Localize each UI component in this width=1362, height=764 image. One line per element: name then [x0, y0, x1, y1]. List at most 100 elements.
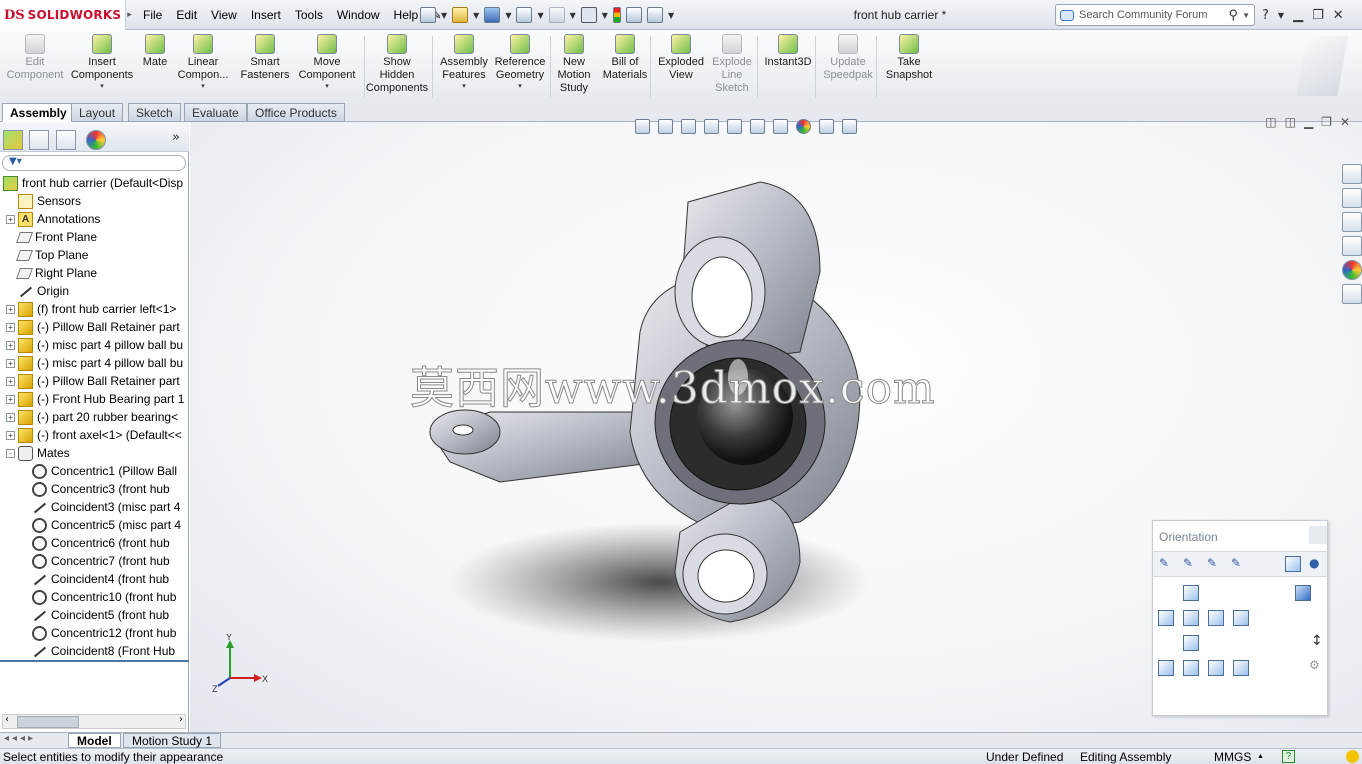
save-icon[interactable] [484, 7, 501, 23]
reset-standard-views-icon[interactable]: ✎ [1207, 556, 1217, 570]
tree-item[interactable]: + (-) front axel<1> (Default<< [0, 426, 188, 444]
tree-item[interactable]: + (-) Front Hub Bearing part 1 [0, 390, 188, 408]
chevron-down-icon[interactable]: ▼ [537, 11, 543, 20]
tree-item[interactable]: Coincident5 (front hub [0, 606, 188, 624]
new-document-icon[interactable] [420, 7, 436, 23]
panel-divider[interactable] [0, 660, 189, 662]
help-icon[interactable]: ? [1262, 8, 1269, 23]
resources-home-icon[interactable] [1342, 164, 1362, 184]
delete-view-icon[interactable]: ✎ [1231, 556, 1241, 570]
chevron-down-icon[interactable]: ▼ [505, 11, 511, 20]
reference-geometry-button[interactable]: Reference Geometry ▾ [492, 34, 548, 91]
zoom-to-fit-icon[interactable] [635, 118, 650, 134]
view-palette-icon[interactable] [1342, 236, 1362, 256]
tab-office-products[interactable]: Office Products [247, 103, 345, 122]
help-status-icon[interactable]: ? [1282, 750, 1295, 763]
viewport-restore-button[interactable]: ❐ [1321, 115, 1332, 129]
link-views-icon[interactable]: ⚙ [1309, 658, 1320, 672]
explode-line-button[interactable]: Explode Line Sketch [708, 34, 756, 95]
expand-toggle-icon[interactable]: + [6, 376, 15, 386]
tree-item[interactable]: + (-) Pillow Ball Retainer part [0, 318, 188, 336]
tab-evaluate[interactable]: Evaluate [184, 103, 247, 122]
tree-item[interactable]: Concentric6 (front hub [0, 534, 188, 552]
linear-pattern-button[interactable]: Linear Compon... ▾ [176, 34, 230, 91]
pin-dialog-icon[interactable]: ● [1309, 556, 1319, 570]
tree-item[interactable]: Concentric10 (front hub [0, 588, 188, 606]
tree-item[interactable]: Coincident8 (Front Hub [0, 642, 188, 660]
mate-button[interactable]: Mate [140, 34, 170, 69]
move-component-button[interactable]: Move Component ▾ [297, 34, 357, 91]
units-selector[interactable]: MMGS [1214, 750, 1251, 764]
view-settings-icon[interactable] [842, 118, 857, 134]
back-view-icon[interactable] [1183, 585, 1199, 601]
tile-left-icon[interactable]: ◫ [1265, 115, 1276, 129]
tree-item[interactable]: Origin [0, 282, 188, 300]
tree-item[interactable]: + (-) Pillow Ball Retainer part [0, 372, 188, 390]
bottom-view-icon[interactable] [1183, 635, 1199, 651]
tree-item[interactable]: + (-) part 20 rubber bearing< [0, 408, 188, 426]
tree-item[interactable]: Sensors [0, 192, 188, 210]
units-arrow-icon[interactable]: ▲ [1257, 753, 1264, 760]
viewport-close-button[interactable]: ✕ [1340, 115, 1350, 129]
view-selector-icon[interactable] [1285, 556, 1301, 572]
tree-item[interactable]: + (-) misc part 4 pillow ball bu [0, 354, 188, 372]
undo-icon[interactable] [548, 7, 565, 23]
open-folder-icon[interactable] [452, 7, 469, 23]
search-community-forum[interactable]: Search Community Forum ⚲ ▼ [1055, 4, 1255, 26]
property-manager-icon[interactable] [29, 130, 49, 150]
tree-item[interactable]: Concentric5 (misc part 4 [0, 516, 188, 534]
tree-item[interactable]: Right Plane [0, 264, 188, 282]
design-library-icon[interactable] [1342, 188, 1362, 208]
filter-icon[interactable]: ▼▾ [9, 156, 22, 167]
menu-view[interactable]: View [204, 8, 244, 22]
speedpak-button[interactable]: Update Speedpak [820, 34, 876, 82]
edit-component-button[interactable]: Edit Component [4, 34, 66, 82]
update-standard-views-icon[interactable]: ✎ [1183, 556, 1193, 570]
feature-tree-icon[interactable] [3, 130, 23, 150]
tree-item[interactable]: + (f) front hub carrier left<1> [0, 300, 188, 318]
tree-filter-input[interactable]: ▼▾ [2, 155, 186, 171]
menu-tools[interactable]: Tools [288, 8, 330, 22]
tree-item[interactable]: Concentric12 (front hub [0, 624, 188, 642]
custom-properties-icon[interactable] [1342, 284, 1362, 304]
left-view-icon[interactable] [1158, 610, 1174, 626]
smart-fasteners-button[interactable]: Smart Fasteners [238, 34, 292, 82]
chevron-down-icon[interactable]: ▾ [436, 82, 492, 91]
chevron-down-icon[interactable]: ▾ [70, 82, 134, 91]
isometric-view-icon[interactable] [1233, 610, 1249, 626]
tree-item[interactable]: Concentric7 (front hub [0, 552, 188, 570]
chevron-down-icon[interactable]: ▼ [602, 11, 608, 20]
front-view-icon[interactable] [1183, 610, 1199, 626]
expand-toggle-icon[interactable]: + [6, 430, 15, 440]
tree-item[interactable]: Top Plane [0, 246, 188, 264]
exploded-view-button[interactable]: Exploded View [655, 34, 707, 82]
assembly-features-button[interactable]: Assembly Features ▾ [436, 34, 492, 91]
appearances-icon[interactable] [1342, 260, 1362, 280]
file-explorer-icon[interactable] [1342, 212, 1362, 232]
menu-insert[interactable]: Insert [244, 8, 288, 22]
tree-item[interactable]: - Mates [0, 444, 188, 462]
chevron-down-icon[interactable]: ▼ [570, 11, 576, 20]
tree-item[interactable]: Concentric1 (Pillow Ball [0, 462, 188, 480]
right-view-icon[interactable] [1208, 610, 1224, 626]
section-view-icon[interactable] [704, 118, 719, 134]
scroll-thumb[interactable] [17, 716, 79, 728]
tree-item[interactable]: Front Plane [0, 228, 188, 246]
view-cube-icon[interactable] [1295, 585, 1311, 601]
minimize-button[interactable]: ▁ [1293, 8, 1303, 23]
tab-layout[interactable]: Layout [71, 103, 124, 122]
menu-file[interactable]: File [136, 8, 169, 22]
chevron-down-icon[interactable]: ▾ [492, 82, 548, 91]
apply-scene-icon[interactable] [819, 118, 834, 134]
expand-chevron-icon[interactable]: » [172, 130, 180, 145]
scroll-right-icon[interactable]: › [179, 714, 183, 725]
tree-item[interactable]: Coincident4 (front hub [0, 570, 188, 588]
bom-button[interactable]: Bill of Materials [600, 34, 650, 82]
print-icon[interactable] [516, 7, 533, 23]
normal-to-icon[interactable]: ↕ [1311, 633, 1323, 649]
tree-item[interactable]: + (-) misc part 4 pillow ball bu [0, 336, 188, 354]
display-manager-icon[interactable] [86, 130, 106, 150]
tile-right-icon[interactable]: ◫ [1285, 115, 1296, 129]
zoom-to-area-icon[interactable] [658, 118, 673, 134]
new-view-icon[interactable]: ✎ [1159, 556, 1169, 570]
